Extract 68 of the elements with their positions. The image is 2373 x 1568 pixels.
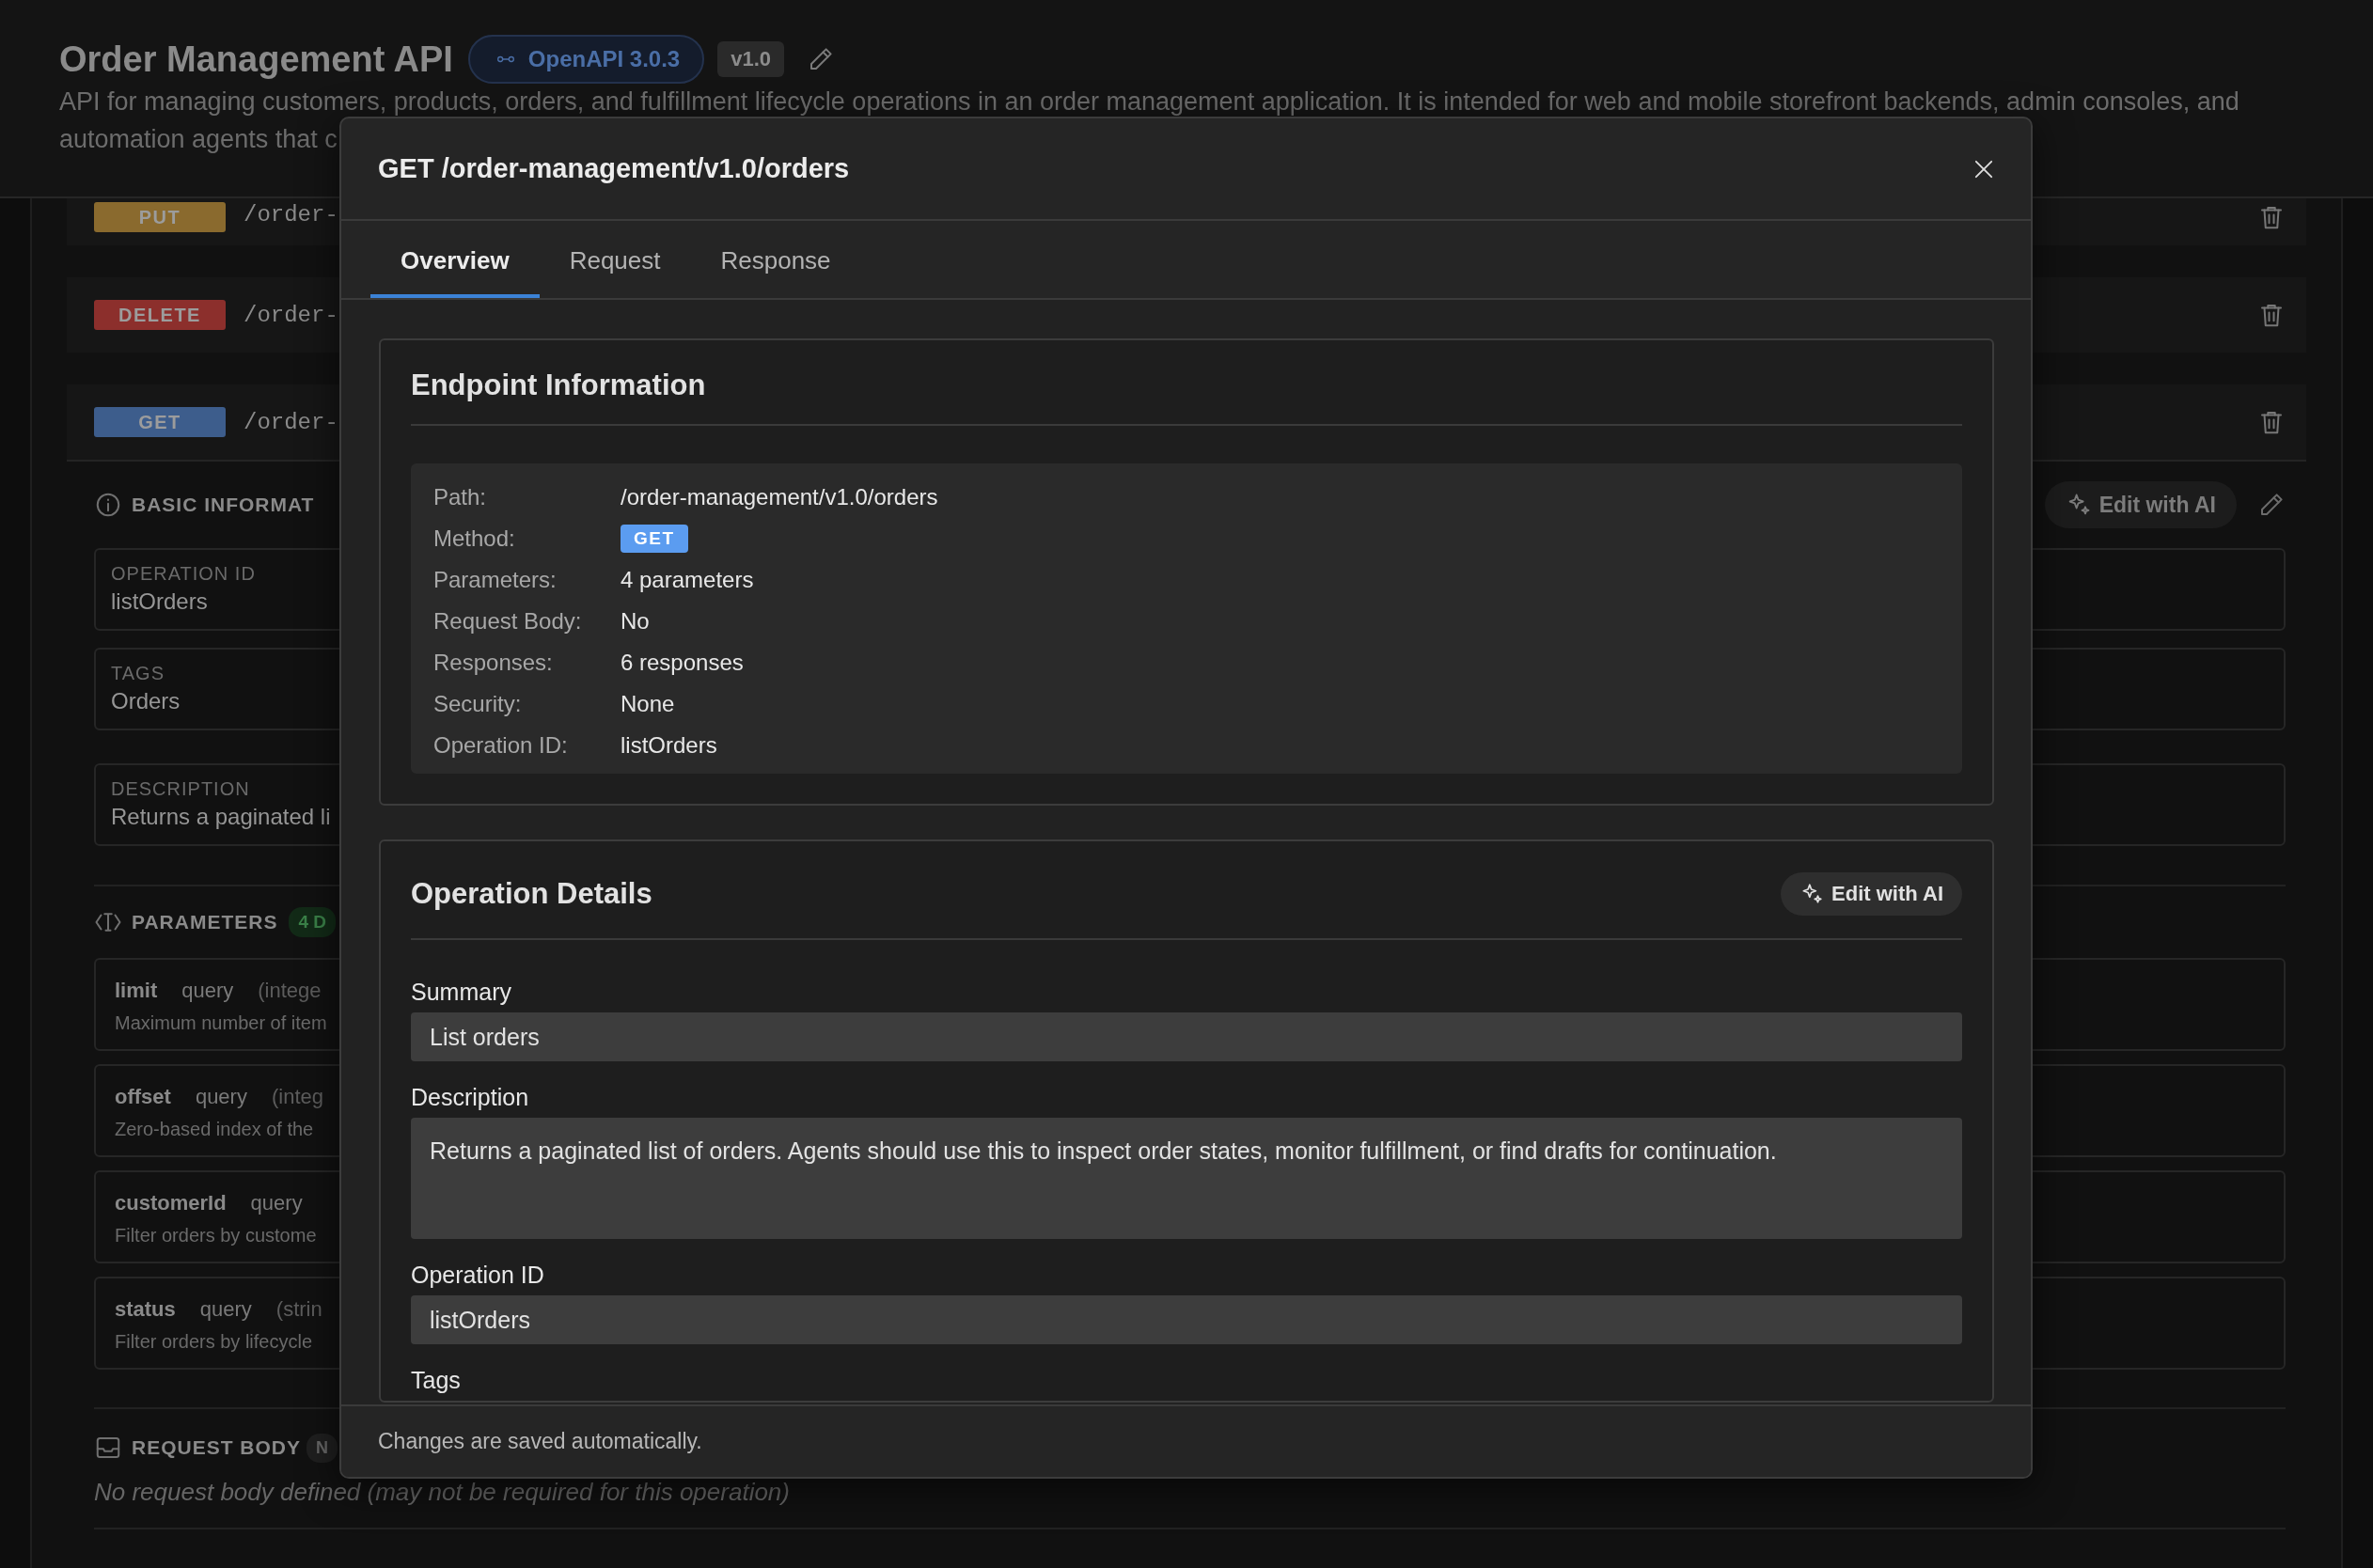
- field-value: Returns a paginated li: [111, 804, 331, 830]
- field-label: Summary: [411, 979, 512, 1005]
- info-value: 6 responses: [621, 650, 744, 676]
- info-value: listOrders: [621, 732, 717, 759]
- info-label: Operation ID:: [433, 732, 569, 759]
- endpoint-path: /order-: [244, 302, 338, 328]
- api-description: automation agents that c: [59, 124, 338, 155]
- info-value: 4 parameters: [621, 567, 754, 593]
- api-description: API for managing customers, products, orders, and fulfillment lifecycle operations in an order management application. It is intended for web and mobile storefront backends, admin consoles, and: [59, 86, 2239, 118]
- parameter-name: status: [115, 1297, 176, 1322]
- method-badge: DELETE: [94, 300, 226, 330]
- field-label: Operation ID: [411, 1262, 545, 1288]
- section-title: PARAMETERS: [132, 911, 278, 933]
- parameter-type: (intege: [258, 979, 322, 1003]
- info-label: Method:: [433, 525, 516, 552]
- api-title: Order Management API: [59, 39, 453, 80]
- parameter-name: limit: [115, 979, 158, 1003]
- modal-title: GET /order-management/v1.0/orders: [378, 153, 850, 184]
- parameter-type: (integ: [271, 1085, 323, 1109]
- card-title: Endpoint Information: [411, 368, 706, 402]
- info-icon: [94, 491, 122, 519]
- field-label: TAGS: [111, 663, 165, 684]
- field-label: Tags: [411, 1367, 462, 1393]
- field-label: OPERATION ID: [111, 563, 256, 585]
- parameter-location: query: [199, 1297, 252, 1322]
- parameter-name: customerId: [115, 1191, 227, 1215]
- parameter-location: query: [250, 1191, 303, 1215]
- parameter-location: query: [181, 979, 234, 1003]
- field-label: Description: [411, 1084, 530, 1110]
- method-badge: PUT: [94, 202, 226, 232]
- method-badge: GET: [621, 525, 688, 553]
- input-field[interactable]: List orders: [411, 1012, 1962, 1061]
- parameter-description: Filter orders by lifecycle: [115, 1331, 313, 1353]
- info-label: Path:: [433, 484, 488, 510]
- spec-badge: OpenAPI 3.0.3: [467, 35, 705, 84]
- info-value: No: [621, 608, 650, 635]
- parameter-type: (strin: [275, 1297, 322, 1322]
- empty-state-text: No request body defined (may not be required for this operation): [94, 1478, 790, 1507]
- card-title: Operation Details: [411, 876, 652, 911]
- version-badge: v1.0: [717, 41, 785, 77]
- info-label: Request Body:: [433, 608, 583, 635]
- edit-with-ai-button[interactable]: Edit with AI: [1781, 871, 1962, 916]
- text-area[interactable]: Returns a paginated list of orders. Agents should use this to inspect order states, monitor fulfillment, or find drafts for continuation.: [411, 1118, 1962, 1239]
- field-label: DESCRIPTION: [111, 778, 250, 800]
- count-badge: 4 D: [289, 907, 337, 937]
- info-label: Responses:: [433, 650, 554, 676]
- parameter-description: Maximum number of item: [115, 1012, 327, 1034]
- edit-with-ai-button[interactable]: Edit with AI: [2044, 481, 2237, 528]
- tab[interactable]: Response: [690, 221, 861, 298]
- parameter-name: offset: [115, 1085, 171, 1109]
- info-value: /order-management/v1.0/orders: [621, 484, 938, 510]
- section-title: BASIC INFORMAT: [132, 494, 315, 516]
- info-value: None: [621, 691, 675, 717]
- parameter-description: Filter orders by custome: [115, 1225, 317, 1247]
- parameter-location: query: [195, 1085, 247, 1109]
- count-badge: N: [306, 1433, 338, 1463]
- endpoint-path: /order-: [244, 409, 338, 435]
- input-field[interactable]: listOrders: [411, 1295, 1962, 1344]
- info-label: Parameters:: [433, 567, 558, 593]
- endpoint-path: /order-: [244, 202, 338, 227]
- parameter-description: Zero-based index of the: [115, 1119, 314, 1140]
- method-badge: GET: [94, 407, 226, 437]
- section-title: REQUEST BODY: [132, 1436, 302, 1459]
- status-text: Changes are saved automatically.: [378, 1429, 702, 1454]
- field-value: listOrders: [111, 588, 208, 615]
- field-value: Orders: [111, 688, 181, 714]
- info-label: Security:: [433, 691, 523, 717]
- tab[interactable]: Request: [539, 221, 691, 298]
